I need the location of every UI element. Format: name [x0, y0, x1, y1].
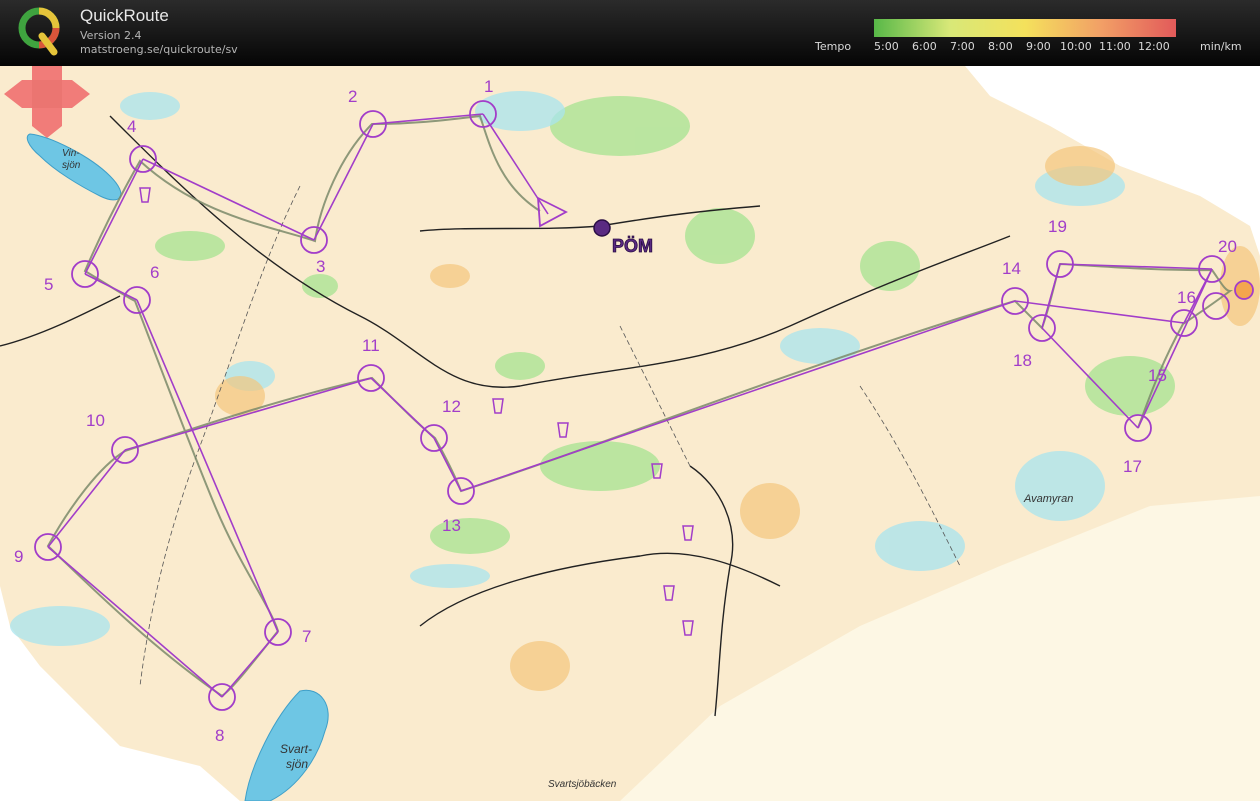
control-number: 6 — [150, 263, 159, 282]
control-number: 14 — [1002, 259, 1021, 278]
place-name: Svartsjöbäcken — [548, 779, 617, 790]
tempo-tick: 10:00 — [1060, 40, 1092, 53]
control-number: 4 — [127, 117, 136, 136]
control-number: 8 — [215, 726, 224, 745]
control-number: 1 — [484, 77, 493, 96]
tempo-tick: 7:00 — [950, 40, 975, 53]
control-number: 10 — [86, 411, 105, 430]
quickroute-logo-icon — [18, 7, 60, 56]
tempo-color-scale — [874, 19, 1176, 37]
start-label: PÖM — [612, 236, 653, 256]
app-version: Version 2.4 — [80, 29, 142, 42]
place-name: Avamyran — [1023, 493, 1073, 505]
app-title: QuickRoute — [80, 6, 169, 25]
control-number: 13 — [442, 516, 461, 535]
tempo-tick: 8:00 — [988, 40, 1013, 53]
control-number: 12 — [442, 397, 461, 416]
control-number: 7 — [302, 627, 311, 646]
map-canvas[interactable]: PÖM 1 2 3 4 5 6 7 8 9 10 11 12 13 14 15 … — [0, 66, 1260, 801]
place-name: Svart- — [280, 742, 312, 756]
finish-circle-icon[interactable] — [1234, 280, 1254, 300]
pan-up-arrow-icon[interactable] — [32, 66, 62, 80]
tempo-tick: 11:00 — [1099, 40, 1131, 53]
place-name: sjön — [286, 757, 308, 771]
control-number: 9 — [14, 547, 23, 566]
tempo-tick: 5:00 — [874, 40, 899, 53]
control-number: 2 — [348, 87, 357, 106]
control-number: 15 — [1148, 366, 1167, 385]
pan-left-arrow-icon[interactable] — [4, 80, 32, 108]
pan-center[interactable] — [32, 80, 62, 108]
control-number: 11 — [362, 336, 380, 355]
runner-position-marker[interactable] — [593, 219, 611, 237]
app-website-link[interactable]: matstroeng.se/quickroute/sv — [80, 43, 238, 56]
tempo-tick: 9:00 — [1026, 40, 1051, 53]
control-number: 3 — [316, 257, 325, 276]
tempo-unit: min/km — [1200, 40, 1242, 53]
place-name: Vin- — [62, 148, 80, 159]
tempo-tick: 6:00 — [912, 40, 937, 53]
control-number: 16 — [1177, 288, 1196, 307]
pan-down-arrow-icon[interactable] — [32, 108, 62, 138]
control-number: 17 — [1123, 457, 1142, 476]
tempo-gradient — [874, 19, 1176, 37]
place-name: sjön — [62, 160, 81, 171]
orienteering-map[interactable]: PÖM 1 2 3 4 5 6 7 8 9 10 11 12 13 14 15 … — [0, 66, 1260, 801]
pan-right-arrow-icon[interactable] — [62, 80, 90, 108]
app-header: QuickRoute Version 2.4 matstroeng.se/qui… — [0, 0, 1260, 66]
pan-control — [4, 66, 90, 138]
control-number: 18 — [1013, 351, 1032, 370]
tempo-tick: 12:00 — [1138, 40, 1170, 53]
tempo-label: Tempo — [815, 40, 852, 53]
control-number: 19 — [1048, 217, 1067, 236]
control-number: 5 — [44, 275, 53, 294]
control-number: 20 — [1218, 237, 1237, 256]
